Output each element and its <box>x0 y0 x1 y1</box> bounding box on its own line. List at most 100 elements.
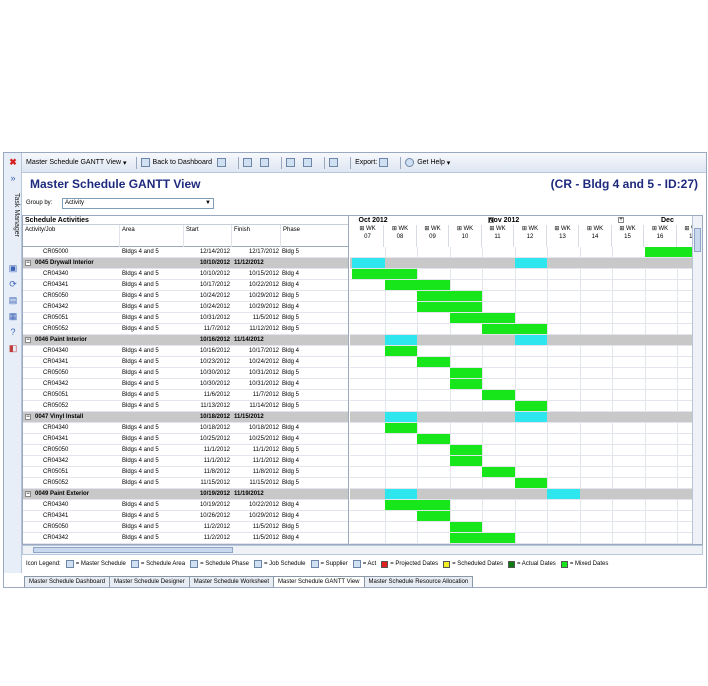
gantt-bar[interactable] <box>384 500 450 510</box>
week-header[interactable]: ⊞ WK 12 <box>515 225 547 247</box>
collapse-toggle-icon[interactable]: − <box>25 414 31 420</box>
week-header[interactable]: ⊞ WK 08 <box>385 225 417 247</box>
week-header[interactable]: ⊞ WK 07 <box>352 225 384 247</box>
week-header[interactable]: ⊞ WK 14 <box>580 225 612 247</box>
scroll-thumb[interactable] <box>694 228 701 252</box>
gantt-bar[interactable] <box>352 269 417 279</box>
table-row[interactable]: CR05050 Bldgs 4 and 5 11/2/2012 11/5/2012 Bl… <box>23 522 348 533</box>
view-menu-button[interactable]: Master Schedule GANTT View ▾ <box>26 159 127 167</box>
group-row[interactable]: −0047 Vinyl Install 10/18/2012 11/15/2012 <box>23 412 348 423</box>
col-header-finish[interactable]: Finish <box>232 225 281 247</box>
tab-view[interactable]: Master Schedule GANTT View <box>273 576 365 587</box>
table-row[interactable]: CR04340 Bldgs 4 and 5 10/19/2012 10/22/2012… <box>23 500 348 511</box>
toolbar-button-5[interactable] <box>303 158 315 167</box>
close-icon[interactable]: ✖ <box>8 157 18 167</box>
scroll-thumb[interactable] <box>33 547 233 553</box>
export-button[interactable]: Export: <box>355 158 391 167</box>
get-help-button[interactable]: Get Help ▾ <box>405 158 450 167</box>
gantt-bar[interactable] <box>644 247 692 257</box>
table-row[interactable]: CR04340 Bldgs 4 and 5 10/10/2012 10/15/2012… <box>23 269 348 280</box>
gantt-bar[interactable] <box>514 335 547 345</box>
gantt-bar[interactable] <box>449 368 482 378</box>
group-row[interactable]: −0049 Paint Exterior 10/19/2012 11/19/2012 <box>23 489 348 500</box>
table-row[interactable]: CR04342 Bldgs 4 and 5 10/30/2012 10/31/2012… <box>23 379 348 390</box>
print-button[interactable] <box>329 158 341 167</box>
table-row[interactable]: CR04342 Bldgs 4 and 5 10/24/2012 10/29/2012… <box>23 302 348 313</box>
toolbar-button-2[interactable] <box>243 158 255 167</box>
gantt-bar[interactable] <box>482 390 515 400</box>
view-icon[interactable]: ▣ <box>8 263 18 273</box>
gantt-bar[interactable] <box>384 489 417 499</box>
week-header[interactable]: ⊞ WK 10 <box>450 225 482 247</box>
table-row[interactable]: CR04340 Bldgs 4 and 5 10/18/2012 10/18/2012… <box>23 423 348 434</box>
gantt-bar[interactable] <box>449 533 515 543</box>
task-manager-label[interactable]: Task Manager <box>6 193 20 263</box>
gantt-bar[interactable] <box>514 258 547 268</box>
table-row[interactable]: CR05050 Bldgs 4 and 5 11/1/2012 11/1/2012 Bl… <box>23 445 348 456</box>
gantt-bar[interactable] <box>449 379 482 389</box>
gantt-bar[interactable] <box>449 456 482 466</box>
table-row[interactable]: CR05052 Bldgs 4 and 5 11/13/2012 11/14/2012… <box>23 401 348 412</box>
gantt-bar[interactable] <box>449 313 515 323</box>
table-row[interactable]: CR05052 Bldgs 4 and 5 11/15/2012 11/15/2012… <box>23 478 348 489</box>
toolbar-button-3[interactable] <box>260 158 272 167</box>
week-header[interactable]: ⊞ WK 09 <box>417 225 449 247</box>
gantt-bar[interactable] <box>417 302 482 312</box>
collapse-toggle-icon[interactable]: − <box>25 337 31 343</box>
col-header-activity[interactable]: Activity/Job <box>23 225 120 247</box>
table-row[interactable]: CR05051 Bldgs 4 and 5 10/31/2012 11/5/2012 B… <box>23 313 348 324</box>
group-by-select[interactable]: Activity ▼ <box>62 198 214 209</box>
report-icon[interactable]: ◧ <box>8 343 18 353</box>
help-icon[interactable]: ? <box>8 327 18 337</box>
collapse-toggle-icon[interactable]: − <box>25 260 31 266</box>
col-header-area[interactable]: Area <box>120 225 184 247</box>
gantt-bar[interactable] <box>514 478 547 488</box>
collapse-toggle-icon[interactable]: − <box>25 491 31 497</box>
group-row[interactable]: −0045 Drywall Interior 10/10/2012 11/12/20… <box>23 258 348 269</box>
table-row[interactable]: CR04342 Bldgs 4 and 5 11/2/2012 11/5/2012 Bl… <box>23 533 348 544</box>
toolbar-button-4[interactable] <box>286 158 298 167</box>
double-chevron-icon[interactable]: » <box>8 173 18 183</box>
gantt-bar[interactable] <box>352 258 385 268</box>
table-row[interactable]: CR05000 Bldgs 4 and 5 12/14/2012 12/17/2012… <box>23 247 348 258</box>
gantt-bar[interactable] <box>384 423 417 433</box>
gantt-bar[interactable] <box>417 511 450 521</box>
gantt-bar[interactable] <box>482 467 515 477</box>
col-header-phase[interactable]: Phase <box>281 225 348 247</box>
tab-view[interactable]: Master Schedule Resource Allocation <box>363 576 474 587</box>
tab-view[interactable]: Master Schedule Worksheet <box>188 576 275 587</box>
table-row[interactable]: CR04340 Bldgs 4 and 5 10/16/2012 10/17/2012… <box>23 346 348 357</box>
gantt-bar[interactable] <box>514 412 547 422</box>
chevron-down-icon[interactable]: ▼ <box>204 200 212 207</box>
tab-view[interactable]: Master Schedule Dashboard <box>24 576 111 587</box>
gantt-bar[interactable] <box>417 357 450 367</box>
gantt-bar[interactable] <box>482 324 547 334</box>
refresh-icon[interactable]: ⟳ <box>8 279 18 289</box>
vertical-scrollbar[interactable] <box>692 216 702 544</box>
table-row[interactable]: CR05051 Bldgs 4 and 5 11/6/2012 11/7/2012 Bl… <box>23 390 348 401</box>
horizontal-scrollbar[interactable] <box>22 545 703 555</box>
back-to-dashboard-button[interactable]: Back to Dashboard <box>140 158 212 167</box>
table-row[interactable]: CR04341 Bldgs 4 and 5 10/17/2012 10/22/2012… <box>23 280 348 291</box>
tab-view[interactable]: Master Schedule Designer <box>109 576 190 587</box>
gantt-bar[interactable] <box>514 401 547 411</box>
table-row[interactable]: CR05050 Bldgs 4 and 5 10/24/2012 10/29/2012… <box>23 291 348 302</box>
gantt-bar[interactable] <box>449 522 482 532</box>
table-row[interactable]: CR04341 Bldgs 4 and 5 10/25/2012 10/25/2012… <box>23 434 348 445</box>
table-row[interactable]: CR05052 Bldgs 4 and 5 11/7/2012 11/12/2012 B… <box>23 324 348 335</box>
gantt-bar[interactable] <box>547 489 580 499</box>
table-row[interactable]: CR04341 Bldgs 4 and 5 10/26/2012 10/29/2012… <box>23 511 348 522</box>
gantt-bar[interactable] <box>384 280 450 290</box>
table-row[interactable]: CR04342 Bldgs 4 and 5 11/1/2012 11/1/2012 Bl… <box>23 456 348 467</box>
week-header[interactable]: ⊞ WK 16 <box>645 225 677 247</box>
table-row[interactable]: CR05050 Bldgs 4 and 5 10/30/2012 10/31/2012… <box>23 368 348 379</box>
gantt-bar[interactable] <box>384 335 417 345</box>
week-header[interactable]: ⊞ WK 13 <box>547 225 579 247</box>
table-row[interactable]: CR05051 Bldgs 4 and 5 11/8/2012 11/8/2012 Bl… <box>23 467 348 478</box>
gantt-bar[interactable] <box>449 445 482 455</box>
col-header-start[interactable]: Start <box>184 225 232 247</box>
toolbar-button-1[interactable] <box>217 158 229 167</box>
table-row[interactable]: CR04341 Bldgs 4 and 5 10/23/2012 10/24/2012… <box>23 357 348 368</box>
week-header[interactable]: ⊞ WK 11 <box>482 225 514 247</box>
gantt-bar[interactable] <box>384 412 417 422</box>
